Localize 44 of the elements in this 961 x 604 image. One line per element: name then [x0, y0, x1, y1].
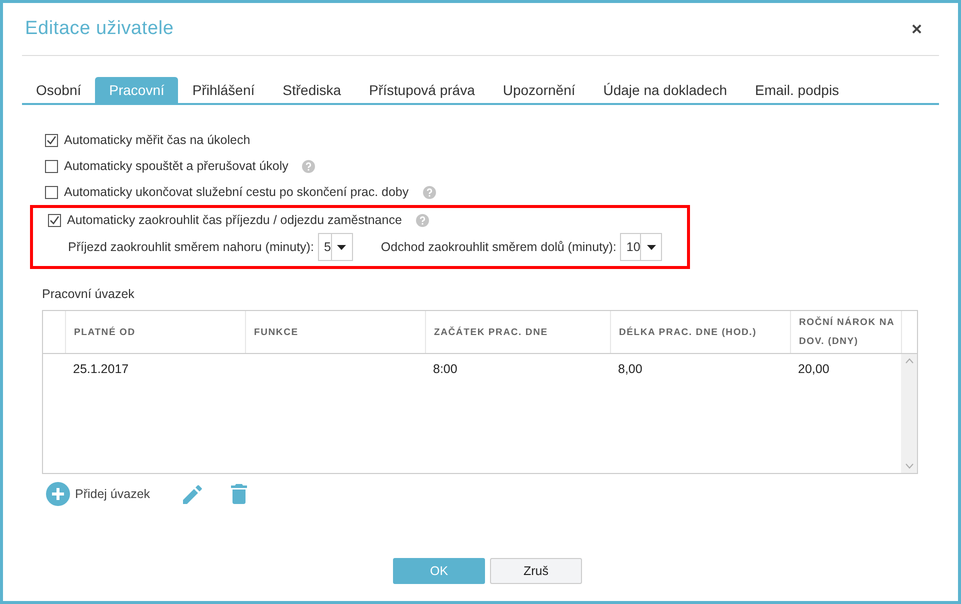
checkbox[interactable]: [48, 214, 61, 226]
help-icon[interactable]: [302, 160, 316, 172]
tab[interactable]: Střediska: [268, 77, 356, 103]
checkbox-label: Automaticky ukončovat služební cestu po skončení prac. doby: [64, 185, 409, 199]
cancel-button[interactable]: Zruš: [490, 558, 582, 584]
checkbox[interactable]: [45, 160, 58, 172]
pencil-icon[interactable]: [183, 484, 202, 504]
scroll-up-icon[interactable]: [904, 358, 914, 364]
caret-icon: [646, 244, 656, 250]
column-header[interactable]: ZAČÁTEK PRAC. DNE: [425, 311, 610, 353]
section-title: Pracovní úvazek: [42, 287, 136, 301]
table-cell: 25.1.2017: [73, 362, 129, 376]
dropdown[interactable]: 10: [620, 233, 662, 261]
column-header[interactable]: DÉLKA PRAC. DNE (HOD.): [610, 311, 790, 353]
help-icon[interactable]: [416, 214, 429, 226]
trash-icon[interactable]: [231, 484, 248, 504]
column-header[interactable]: FUNKCE: [245, 311, 425, 353]
tab[interactable]: Osobní: [22, 77, 96, 103]
window-title: Editace uživatele: [25, 18, 174, 40]
checkbox-label: Automaticky spouštět a přerušovat úkoly: [64, 159, 288, 173]
select-label: Odchod zaokrouhlit směrem dolů (minuty):: [380, 240, 616, 254]
add-button[interactable]: Přidej úvazek: [46, 482, 150, 506]
table-cell: 20,00: [798, 362, 830, 376]
table-cell: 8,00: [618, 362, 642, 376]
tab[interactable]: Upozornění: [488, 77, 590, 103]
checkbox-label: Automaticky zaokrouhlit čas příjezdu / odjezdu zaměstnance: [67, 213, 402, 227]
plus-icon: [46, 482, 70, 506]
dropdown[interactable]: 5: [318, 233, 353, 261]
tab[interactable]: Údaje na dokladech: [589, 77, 742, 103]
help-icon[interactable]: [422, 186, 436, 198]
column-header[interactable]: ROČNÍ NÁROK NA DOV. (DNY): [790, 311, 901, 353]
checkbox[interactable]: [45, 134, 58, 146]
tab[interactable]: Přístupová práva: [355, 77, 489, 103]
tab[interactable]: Email. podpis: [741, 77, 854, 103]
close-button[interactable]: ×: [911, 18, 922, 40]
select-label: Příjezd zaokrouhlit směrem nahoru (minuty):: [68, 240, 314, 254]
table-cell: 8:00: [433, 362, 458, 376]
caret-icon: [337, 244, 346, 250]
checkbox-label: Automaticky měřit čas na úkolech: [64, 133, 250, 147]
column-header[interactable]: PLATNÉ OD: [65, 311, 245, 353]
scrollbar[interactable]: [901, 354, 917, 473]
scroll-down-icon[interactable]: [904, 463, 914, 469]
tab[interactable]: Přihlášení: [178, 77, 269, 103]
checkbox[interactable]: [45, 186, 58, 198]
